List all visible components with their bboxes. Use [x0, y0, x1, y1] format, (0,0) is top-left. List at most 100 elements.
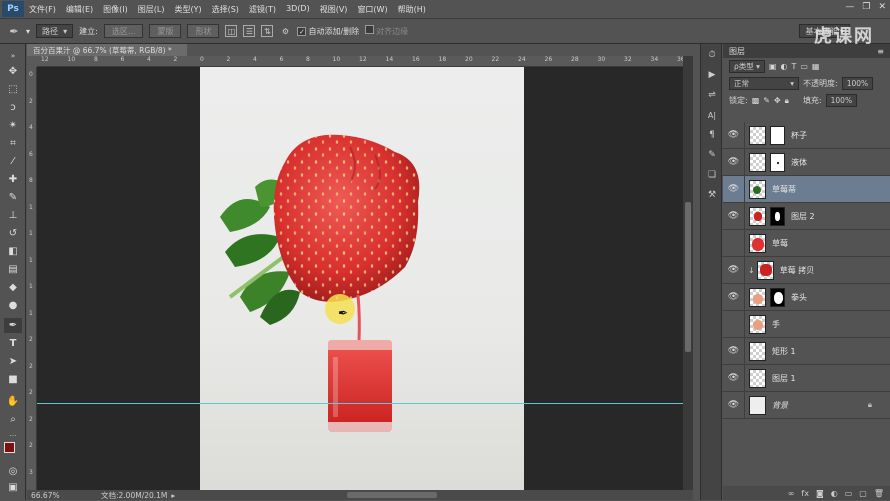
layer-row-active[interactable]: 👁︎ 草莓蒂: [723, 175, 890, 203]
healing-brush-icon[interactable]: ✚: [4, 172, 22, 187]
eraser-tool-icon[interactable]: ◧: [4, 244, 22, 259]
layer-mask-thumbnail[interactable]: [770, 206, 785, 226]
visibility-eye-icon[interactable]: 👁︎: [723, 364, 745, 392]
tool-presets-icon[interactable]: ⚒: [705, 188, 719, 202]
pen-tool-preset-icon[interactable]: ✒: [8, 25, 20, 38]
layer-comps-icon[interactable]: ❏: [705, 168, 719, 182]
visibility-toggle-empty[interactable]: [723, 310, 745, 338]
layer-row[interactable]: 手: [723, 310, 890, 338]
visibility-eye-icon[interactable]: 👁︎: [723, 337, 745, 365]
fill-input[interactable]: 100%: [825, 94, 858, 107]
path-selection-icon[interactable]: ➤: [4, 354, 22, 369]
quick-mask-icon[interactable]: ◎: [4, 464, 22, 479]
menu-item[interactable]: 图像(I): [98, 4, 133, 15]
menu-item[interactable]: 图层(L): [133, 4, 170, 15]
lock-position-icon[interactable]: ✥: [774, 96, 781, 105]
gradient-tool-icon[interactable]: ▤: [4, 262, 22, 277]
layer-mask-thumbnail[interactable]: [770, 125, 785, 145]
visibility-eye-icon[interactable]: 👁︎: [723, 283, 745, 311]
minimize-button[interactable]: —: [845, 2, 854, 12]
filter-adjust-icon[interactable]: ◐: [780, 62, 787, 71]
visibility-toggle-empty[interactable]: [723, 229, 745, 257]
menu-item[interactable]: 滤镜(T): [244, 4, 281, 15]
character-panel-icon[interactable]: A|: [705, 108, 719, 122]
layer-mask-thumbnail[interactable]: [770, 152, 785, 172]
new-layer-icon[interactable]: ▢: [859, 489, 867, 498]
trash-icon[interactable]: 🗑︎: [874, 489, 884, 498]
layer-row[interactable]: 👁︎ 图层 2: [723, 202, 890, 230]
fx-icon[interactable]: fx: [801, 489, 809, 498]
layers-tab[interactable]: 图层: [729, 46, 745, 57]
brush-tool-icon[interactable]: ✎: [4, 190, 22, 205]
type-tool-icon[interactable]: T: [4, 336, 22, 351]
document-canvas[interactable]: ✒: [200, 67, 524, 490]
lock-transparent-icon[interactable]: ▩: [752, 96, 760, 105]
blur-tool-icon[interactable]: ◆: [4, 280, 22, 295]
folder-icon[interactable]: ▭: [845, 489, 853, 498]
zoom-tool-icon[interactable]: ⌕: [4, 412, 22, 427]
clone-stamp-icon[interactable]: ⊥: [4, 208, 22, 223]
filter-shape-icon[interactable]: ▭: [800, 62, 808, 71]
selection-button[interactable]: 选区...: [103, 24, 144, 38]
restore-button[interactable]: ❐: [862, 2, 870, 12]
layer-row[interactable]: 👁︎ 矩形 1: [723, 337, 890, 365]
filter-type-icon[interactable]: T: [791, 62, 796, 71]
align-edges-option[interactable]: 对齐边缘: [365, 25, 408, 37]
link-icon[interactable]: ∞: [788, 489, 795, 498]
mask-button[interactable]: 蒙版: [149, 24, 182, 38]
menu-item[interactable]: 窗口(W): [352, 4, 392, 15]
layer-mask-thumbnail[interactable]: [770, 287, 785, 307]
move-tool-icon[interactable]: ✥: [4, 64, 22, 79]
more-tools-icon[interactable]: ···: [4, 428, 22, 443]
visibility-eye-icon[interactable]: 👁︎: [723, 148, 745, 176]
zoom-level[interactable]: 66.67%: [31, 491, 81, 500]
menu-item[interactable]: 3D(D): [281, 4, 315, 15]
menu-item[interactable]: 类型(Y): [169, 4, 206, 15]
visibility-eye-icon[interactable]: 👁︎: [723, 175, 745, 203]
settings-gear-icon[interactable]: ⚙: [279, 25, 291, 37]
layer-row[interactable]: 👁︎ 杯子: [723, 121, 890, 149]
ruler-horizontal[interactable]: 12 10 8 6 4 2 0 2 4 6 8 10 12 14 16 18 20 22 24 26 28 30 32 34 3…: [37, 56, 685, 67]
path-arrange-icon[interactable]: ⇅: [261, 25, 274, 37]
filter-pixel-icon[interactable]: ▣: [769, 62, 777, 71]
visibility-eye-icon[interactable]: 👁︎: [723, 202, 745, 230]
crop-tool-icon[interactable]: ⌗: [4, 136, 22, 151]
mask-icon[interactable]: ◙: [816, 489, 824, 498]
magic-wand-icon[interactable]: ✴: [4, 118, 22, 133]
visibility-eye-icon[interactable]: 👁︎: [723, 121, 745, 149]
eyedropper-icon[interactable]: ⁄: [4, 154, 22, 169]
menu-item[interactable]: 帮助(H): [393, 4, 431, 15]
layer-row[interactable]: 👁︎ 图层 1: [723, 364, 890, 392]
actions-panel-icon[interactable]: ▶: [705, 68, 719, 82]
path-alignment-icon[interactable]: ☰: [243, 25, 256, 37]
layer-row[interactable]: 👁︎ ↓ 草莓 拷贝: [723, 256, 890, 284]
shape-button[interactable]: 形状: [187, 24, 220, 38]
dodge-tool-icon[interactable]: ●: [4, 298, 22, 313]
lock-all-icon[interactable]: 🔒︎: [785, 96, 789, 106]
blend-mode-select[interactable]: 正常 ▾: [729, 77, 799, 90]
tool-mode-select[interactable]: 路径 ▾: [36, 24, 74, 38]
horizontal-scroll-thumb[interactable]: [347, 492, 437, 498]
path-operations-icon[interactable]: ◫: [225, 25, 238, 37]
foreground-color-swatch[interactable]: [4, 442, 15, 453]
rectangle-tool-icon[interactable]: ■: [4, 372, 22, 387]
layer-row[interactable]: 👁︎ 背景 🔒︎: [723, 391, 890, 419]
properties-panel-icon[interactable]: ⇌: [705, 88, 719, 102]
menu-item[interactable]: 视图(V): [315, 4, 353, 15]
layer-filter-select[interactable]: ρ类型 ▾: [729, 60, 765, 73]
lasso-tool-icon[interactable]: ↄ: [4, 100, 22, 115]
menu-item[interactable]: 文件(F): [24, 4, 61, 15]
vertical-scrollbar[interactable]: [683, 56, 693, 490]
menu-item[interactable]: 选择(S): [207, 4, 244, 15]
close-button[interactable]: ✕: [878, 2, 886, 12]
layer-row[interactable]: 草莓: [723, 229, 890, 257]
lock-image-icon[interactable]: ✎: [763, 96, 770, 105]
vertical-scroll-thumb[interactable]: [685, 202, 691, 352]
collapse-toolbar-icon[interactable]: »: [4, 48, 22, 63]
brush-panel-icon[interactable]: ✎: [705, 148, 719, 162]
filter-smart-icon[interactable]: ▦: [812, 62, 820, 71]
screen-mode-icon[interactable]: ▣: [4, 480, 22, 495]
document-tab[interactable]: 百分百果汁 @ 66.7% (草莓蒂, RGB/8) *: [27, 44, 187, 56]
horizontal-guide[interactable]: [37, 403, 683, 404]
panel-menu-icon[interactable]: ≡: [877, 47, 884, 56]
